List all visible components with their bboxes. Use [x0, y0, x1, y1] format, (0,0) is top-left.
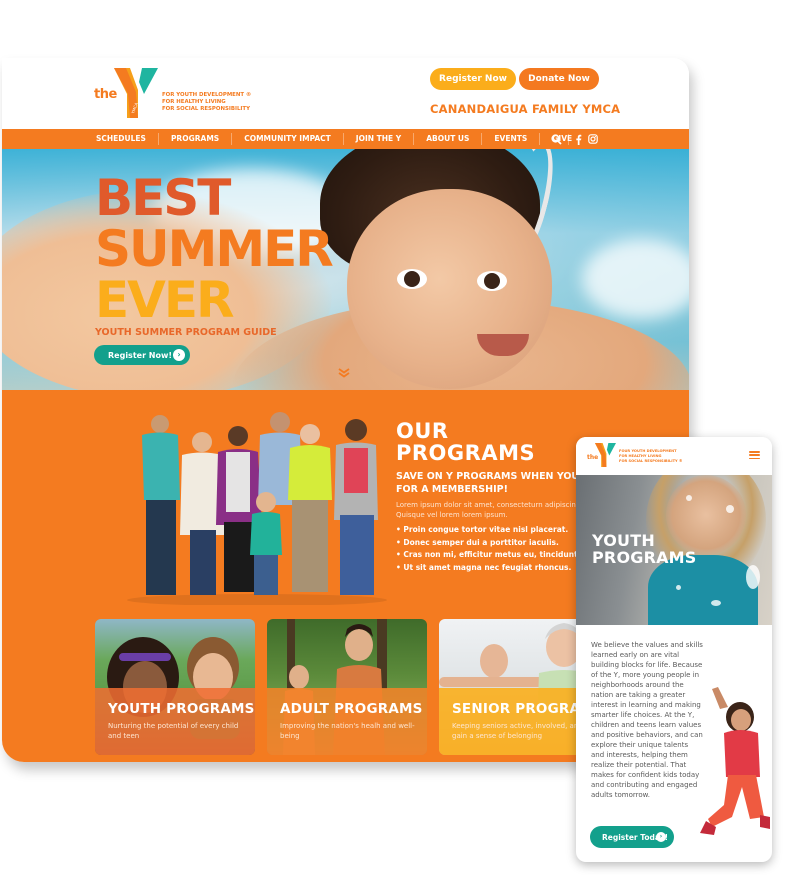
nav-item-join-the-y[interactable]: JOIN THE Y — [344, 133, 415, 145]
hero-title-line: EVER — [95, 271, 235, 329]
mobile-hero-title-line: YOUTH — [592, 531, 655, 550]
mobile-mockup: the FOUR YOUTH DEVELOPMENT FOR HEALTHY L… — [576, 437, 772, 862]
card-description: Improving the nation's healh and well-be… — [280, 722, 415, 740]
search-icon[interactable] — [551, 133, 562, 145]
card-title: ADULT PROGRAMS — [280, 701, 423, 717]
hero-register-button[interactable]: Register Now! › — [94, 345, 190, 365]
branch-name: CANANDAIGUA FAMILY YMCA — [430, 102, 621, 116]
tagline-line: FOR HEALTHY LIVING — [162, 99, 226, 105]
hero-subtitle: YOUTH SUMMER PROGRAM GUIDE — [95, 327, 277, 338]
water-splash — [711, 600, 721, 606]
instagram-icon[interactable] — [588, 134, 598, 144]
nav-divider — [568, 133, 569, 145]
membership-promo: SAVE ON Y PROGRAMS WHEN YOU SIGN UP FOR … — [396, 470, 627, 496]
register-now-button[interactable]: Register Now — [430, 68, 516, 90]
arrow-right-icon: › — [656, 832, 666, 842]
hero-banner: BEST SUMMER EVER YOUTH SUMMER PROGRAM GU… — [2, 149, 689, 390]
nav-item-community-impact[interactable]: COMMUNITY IMPACT — [232, 133, 344, 145]
mobile-hero: YOUTH PROGRAMS — [576, 475, 772, 625]
facebook-icon[interactable] — [575, 134, 582, 145]
nav-item-schedules[interactable]: SCHEDULES — [84, 133, 159, 145]
youth-programs-card[interactable]: YOUTH PROGRAMS Nurturing the potential o… — [95, 619, 255, 755]
hero-photo-eye — [397, 269, 427, 289]
hero-title: BEST SUMMER EVER — [95, 169, 334, 329]
bullet-item: • Cras non mi, efficitur metus eu, tinci… — [396, 550, 581, 559]
tagline-line: FOR YOUTH DEVELOPMENT ® — [162, 92, 252, 98]
hero-title-line: BEST — [95, 169, 231, 227]
hamburger-menu-icon[interactable] — [749, 451, 760, 460]
programs-title: OUR PROGRAMS — [396, 420, 535, 464]
hero-photo-face — [347, 189, 552, 389]
card-description: Keeping seniors active, involved, and ga… — [452, 722, 583, 740]
jumping-girl-photo — [700, 687, 770, 835]
arrow-right-icon: › — [173, 349, 185, 361]
group-photo — [127, 412, 387, 605]
mobile-logo-tagline: FOUR YOUTH DEVELOPMENT FOR HEALTHY LIVIN… — [619, 449, 683, 464]
programs-bullet-list: • Proin congue tortor vitae nisl placera… — [396, 524, 581, 574]
description-line: Lorem ipsum dolor sit amet, consecteturn… — [396, 501, 596, 509]
hero-title-line: SUMMER — [95, 220, 334, 278]
nav-item-about-us[interactable]: ABOUT US — [414, 133, 483, 145]
card-description: Nurturing the potential of every child a… — [108, 722, 239, 740]
double-chevron-down-icon[interactable] — [338, 368, 350, 379]
y-logo-icon[interactable] — [594, 443, 616, 467]
water-splash — [746, 565, 760, 589]
tagline-line: FOR SOCIAL RESPONSIBILITY — [162, 106, 250, 112]
promo-line: SAVE ON Y PROGRAMS WHEN YOU SIGN UP — [396, 471, 627, 482]
programs-title-line: PROGRAMS — [396, 441, 536, 465]
bullet-item: • Proin congue tortor vitae nisl placera… — [396, 525, 569, 534]
card-title: YOUTH PROGRAMS — [108, 701, 255, 717]
nav-item-programs[interactable]: PROGRAMS — [159, 133, 233, 145]
mobile-body-text: We believe the values and skills learned… — [591, 641, 703, 799]
register-today-button[interactable]: Register Today! › — [590, 826, 674, 848]
hero-register-label: Register Now! — [108, 350, 173, 360]
promo-line: FOR A MEMBERSHIP! — [396, 484, 508, 495]
water-splash — [686, 495, 692, 501]
logo-tagline: FOR YOUTH DEVELOPMENT ® FOR HEALTHY LIVI… — [162, 92, 251, 113]
water-splash — [676, 585, 681, 590]
main-nav: SCHEDULES PROGRAMS COMMUNITY IMPACT JOIN… — [2, 129, 689, 149]
programs-description: Lorem ipsum dolor sit amet, consecteturn… — [396, 500, 596, 520]
tagline-line: FOR SOCIAL RESPONSIBILITY ® — [619, 459, 683, 463]
description-line: Quisque vel lorem lorem ipsum. — [396, 511, 508, 519]
nav-item-events[interactable]: EVENTS — [482, 133, 541, 145]
bullet-item: • Donec semper dui a porttitor iaculis. — [396, 537, 559, 547]
senior-programs-card[interactable]: SENIOR PROGRAMS Keeping seniors active, … — [439, 619, 599, 755]
site-header: the YMCA FOR YOUTH DEVELOPMENT ® FOR HEA… — [2, 58, 689, 129]
programs-title-line: OUR — [396, 419, 449, 443]
water-splash — [726, 505, 734, 513]
mobile-hero-title-line: PROGRAMS — [592, 548, 697, 567]
ymca-logo[interactable]: the YMCA FOR YOUTH DEVELOPMENT ® FOR HEA… — [94, 68, 251, 120]
y-logo-icon: YMCA — [114, 68, 158, 118]
bullet-item: • Ut sit amet magna nec feugiat rhoncus. — [396, 562, 572, 572]
donate-now-button[interactable]: Donate Now — [519, 68, 599, 90]
mobile-hero-title: YOUTH PROGRAMS — [592, 532, 697, 566]
hero-photo-eye — [477, 271, 507, 291]
adult-programs-card[interactable]: ADULT PROGRAMS Improving the nation's he… — [267, 619, 427, 755]
mobile-header: the FOUR YOUTH DEVELOPMENT FOR HEALTHY L… — [576, 437, 772, 473]
